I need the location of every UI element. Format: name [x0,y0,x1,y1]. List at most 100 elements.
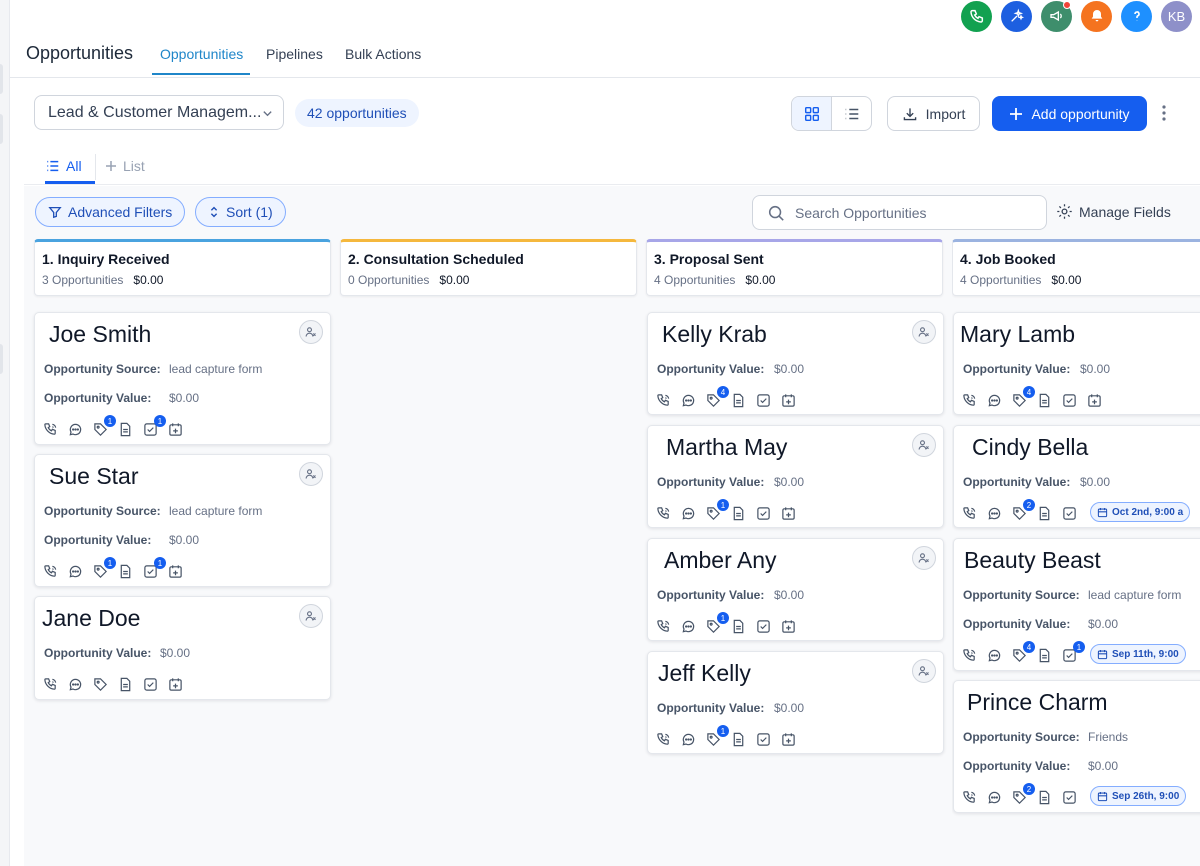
sparkle-icon[interactable] [1001,0,1032,32]
opportunity-card[interactable]: Amber Any Opportunity Value: $0.00 1 [647,538,944,641]
calendar-icon[interactable] [1087,393,1102,408]
task-icon[interactable]: 1 [143,415,166,437]
help-icon[interactable] [1121,0,1152,32]
appointment-chip[interactable]: Sep 26th, 9:00 [1090,786,1187,806]
appointment-chip[interactable]: Oct 2nd, 9:00 a [1090,502,1191,522]
note-icon[interactable] [731,393,746,408]
advanced-filters-button[interactable]: Advanced Filters [35,197,186,227]
pipeline-select[interactable]: Lead & Customer Managem... [34,95,284,130]
phone-icon[interactable] [656,732,671,747]
opportunity-card[interactable]: Jeff Kelly Opportunity Value: $0.00 1 [647,651,944,754]
message-icon[interactable] [68,564,83,579]
search-input[interactable] [795,204,1035,221]
calendar-icon[interactable] [168,677,183,692]
task-icon[interactable] [756,619,771,634]
note-icon[interactable] [731,506,746,521]
opportunity-card[interactable]: Kelly Krab Opportunity Value: $0.00 4 [647,312,944,415]
assign-user-icon[interactable] [299,462,323,486]
tag-icon[interactable]: 1 [93,415,116,437]
grid-view-button[interactable] [792,97,832,130]
subtab-add-list[interactable]: List [105,158,145,174]
phone-icon[interactable] [656,393,671,408]
task-icon[interactable]: 1 [143,557,166,579]
assign-user-icon[interactable] [912,659,936,683]
tag-icon[interactable]: 2 [1012,499,1035,521]
message-icon[interactable] [681,619,696,634]
phone-icon[interactable] [43,422,58,437]
calendar-icon[interactable] [781,732,796,747]
assign-user-icon[interactable] [299,604,323,628]
tag-icon[interactable]: 4 [1012,641,1035,663]
tag-icon[interactable]: 1 [706,612,729,634]
note-icon[interactable] [118,564,133,579]
phone-icon[interactable] [961,0,992,32]
sidebar-handle[interactable] [0,114,3,144]
task-icon[interactable] [756,506,771,521]
megaphone-icon[interactable] [1041,0,1072,32]
phone-icon[interactable] [43,564,58,579]
list-view-button[interactable] [832,97,871,130]
calendar-icon[interactable] [168,422,183,437]
task-icon[interactable] [143,677,158,692]
tab-bulk-actions[interactable]: Bulk Actions [345,46,421,62]
more-options-icon[interactable] [1156,103,1172,123]
phone-icon[interactable] [656,506,671,521]
message-icon[interactable] [681,506,696,521]
sidebar-handle[interactable] [0,344,3,374]
message-icon[interactable] [987,506,1002,521]
phone-icon[interactable] [43,677,58,692]
message-icon[interactable] [681,732,696,747]
add-opportunity-button[interactable]: Add opportunity [992,96,1147,131]
note-icon[interactable] [1037,790,1052,805]
opportunity-card[interactable]: Sue Star Opportunity Source: lead capture… [34,454,331,587]
opportunity-card[interactable]: Mary Lamb Opportunity Value: $0.00 4 [953,312,1200,415]
note-icon[interactable] [1037,393,1052,408]
phone-icon[interactable] [962,393,977,408]
tab-opportunities[interactable]: Opportunities [160,46,243,62]
message-icon[interactable] [987,790,1002,805]
opportunity-card[interactable]: Martha May Opportunity Value: $0.00 1 [647,425,944,528]
task-icon[interactable] [756,732,771,747]
calendar-icon[interactable] [781,393,796,408]
tag-icon[interactable]: 1 [706,499,729,521]
phone-icon[interactable] [962,648,977,663]
calendar-icon[interactable] [168,564,183,579]
phone-icon[interactable] [656,619,671,634]
tag-icon[interactable] [93,677,108,692]
tag-icon[interactable]: 1 [706,725,729,747]
subtab-all[interactable]: All [46,158,82,174]
task-icon[interactable] [756,393,771,408]
task-icon[interactable] [1062,506,1077,521]
opportunity-card[interactable]: Cindy Bella Opportunity Value: $0.00 2 Oc… [953,425,1200,528]
user-avatar[interactable]: KB [1161,0,1192,32]
assign-user-icon[interactable] [912,433,936,457]
calendar-icon[interactable] [781,619,796,634]
message-icon[interactable] [681,393,696,408]
message-icon[interactable] [987,393,1002,408]
sidebar-handle[interactable] [0,64,3,94]
assign-user-icon[interactable] [912,546,936,570]
phone-icon[interactable] [962,790,977,805]
note-icon[interactable] [118,677,133,692]
note-icon[interactable] [1037,506,1052,521]
tag-icon[interactable]: 4 [706,386,729,408]
opportunity-card[interactable]: Jane Doe Opportunity Value: $0.00 [34,596,331,700]
bell-icon[interactable] [1081,0,1112,32]
message-icon[interactable] [68,677,83,692]
opportunity-card[interactable]: Beauty Beast Opportunity Source: lead cap… [953,538,1200,671]
note-icon[interactable] [731,619,746,634]
sort-button[interactable]: Sort (1) [195,197,286,227]
import-button[interactable]: Import [887,96,980,131]
calendar-icon[interactable] [781,506,796,521]
assign-user-icon[interactable] [912,320,936,344]
tag-icon[interactable]: 1 [93,557,116,579]
task-icon[interactable]: 1 [1062,641,1085,663]
note-icon[interactable] [731,732,746,747]
tag-icon[interactable]: 2 [1012,783,1035,805]
message-icon[interactable] [68,422,83,437]
opportunity-card[interactable]: Joe Smith Opportunity Source: lead captur… [34,312,331,445]
message-icon[interactable] [987,648,1002,663]
task-icon[interactable] [1062,393,1077,408]
manage-fields-button[interactable]: Manage Fields [1056,203,1171,220]
assign-user-icon[interactable] [299,320,323,344]
